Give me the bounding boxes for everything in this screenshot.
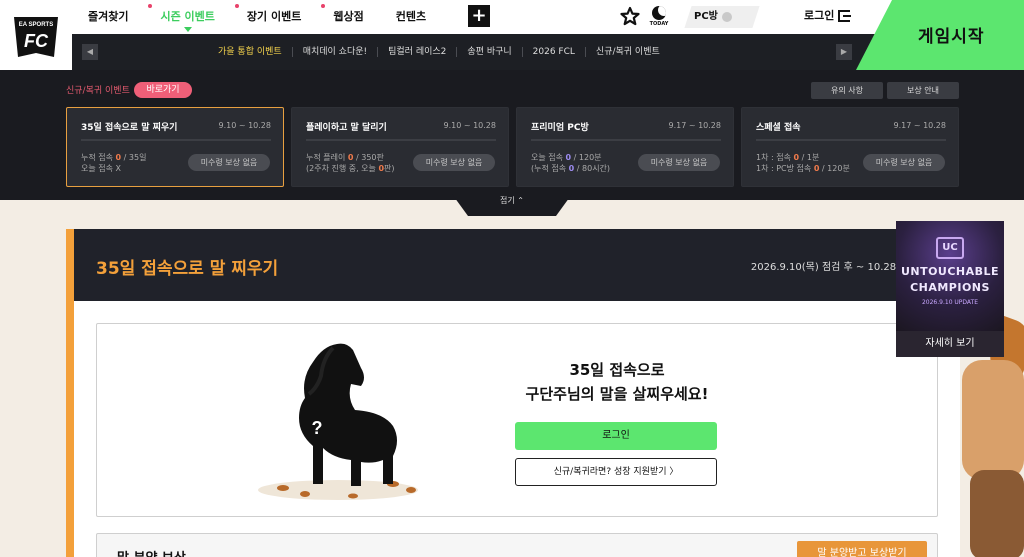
card-desc: 누적 접속 0 / 35일 오늘 접속 X [81, 153, 147, 173]
plus-icon[interactable]: + [468, 5, 490, 27]
game-start-label: 게임시작 [918, 27, 985, 47]
pc-room-label: PC방 [694, 11, 718, 22]
main-nav: 즐겨찾기 시즌 이벤트 장기 이벤트 웹상점 컨텐츠 [72, 0, 442, 34]
cta-line-1: 35일 접속으로 [569, 361, 665, 379]
chevron-up-icon: ⌃ [517, 196, 524, 205]
logo-text: EA SPORTS [19, 22, 53, 28]
event-detail-header: 35일 접속으로 말 찌우기 2026.9.10(목) 점검 후 ~ 10.28… [74, 229, 960, 301]
autumn-leaf-decoration [962, 360, 1024, 480]
card-title: 프리미엄 PC방 [531, 123, 589, 133]
nav-favorites[interactable]: 즐겨찾기 [72, 0, 144, 34]
goto-button[interactable]: 바로가기 [134, 82, 192, 98]
event-card[interactable]: 프리미엄 PC방 9.17 ~ 10.28 오늘 접속 0 / 120분 (누적 … [516, 107, 734, 187]
event-card[interactable]: 35일 접속으로 말 찌우기 9.10 ~ 10.28 누적 접속 0 / 35… [66, 107, 284, 187]
logout-arrow-icon [838, 10, 852, 22]
card-divider [306, 139, 496, 141]
today-button[interactable]: TODAY [648, 6, 670, 28]
horse-question-mark: ? [312, 418, 323, 438]
banner-more-button[interactable]: 자세히 보기 [896, 331, 1004, 357]
claim-reward-button[interactable]: 미수령 보상 없음 [188, 154, 270, 171]
card-date: 9.17 ~ 10.28 [668, 121, 721, 130]
new-dot-icon [148, 4, 153, 8]
sub-nav-items: 가을 통합 이벤트 매치데이 쇼다운! 팀컬러 레이스2 송편 바구니 2026… [218, 34, 670, 70]
subnav-item[interactable]: 매치데이 쇼다운! [291, 47, 377, 57]
event-title: 35일 접속으로 말 찌우기 [96, 259, 279, 279]
claim-reward-button[interactable]: 미수령 보상 없음 [413, 154, 495, 171]
banner-line-3: 2026.9.10 UPDATE [921, 299, 979, 306]
toggle-dot-icon [721, 12, 732, 22]
card-title: 스페셜 접속 [756, 123, 801, 133]
autumn-leaf-decoration [970, 470, 1024, 557]
event-cta-text: 35일 접속으로 구단주님의 말을 살찌우세요! [517, 358, 717, 406]
growth-support-button[interactable]: 신규/복귀라면? 성장 지원받기 〉 [515, 458, 717, 486]
banner-logo: UC [936, 237, 964, 259]
logo-mark: FC [24, 31, 49, 51]
fc-logo[interactable]: EA SPORTS FC [0, 0, 72, 70]
card-date: 9.10 ~ 10.28 [218, 121, 271, 130]
claim-reward-button[interactable]: 미수령 보상 없음 [638, 154, 720, 171]
event-date: 2026.9.10(목) 점검 후 ~ 10.28( [750, 262, 900, 273]
side-banner[interactable]: UC UNTOUCHABLE CHAMPIONS 2026.9.10 UPDAT… [896, 221, 1004, 357]
event-card[interactable]: 스페셜 접속 9.17 ~ 10.28 1차 : 접속 0 / 1분 1차 : P… [741, 107, 959, 187]
claim-horse-reward-button[interactable]: 말 분양받고 보상받기 [797, 541, 927, 557]
horse-event-box: ? 35일 접속으로 구단주님의 말을 살찌우세요! 로그인 신규/복귀라면? … [96, 323, 938, 517]
card-divider [81, 139, 271, 141]
today-label: TODAY [649, 21, 669, 27]
banner-line-1: UNTOUCHABLE [900, 265, 1000, 278]
star-icon[interactable] [620, 6, 640, 26]
subnav-item[interactable]: 신규/복귀 이벤트 [584, 47, 670, 57]
card-date: 9.10 ~ 10.28 [443, 121, 496, 130]
card-desc: 누적 플레이 0 / 350판 (2주차 진행 중, 오늘 0판) [306, 153, 395, 173]
card-title: 플레이하고 말 달리기 [306, 123, 387, 133]
nav-web-shop[interactable]: 웹상점 [317, 0, 379, 34]
claim-reward-button[interactable]: 미수령 보상 없음 [863, 154, 945, 171]
subnav-item[interactable]: 가을 통합 이벤트 [218, 47, 292, 57]
notice-button[interactable]: 유의 사항 [811, 82, 883, 99]
card-divider [756, 139, 946, 141]
card-date: 9.17 ~ 10.28 [893, 121, 946, 130]
subnav-item[interactable]: 2026 FCL [521, 47, 585, 57]
card-title: 35일 접속으로 말 찌우기 [81, 123, 178, 133]
cta-line-2: 구단주님의 말을 살찌우세요! [525, 385, 709, 403]
reward-title: 말 분양 보상 [117, 547, 186, 557]
fold-button[interactable]: 접기 ⌃ [452, 194, 572, 216]
reward-section: 말 분양 보상 말 분양받고 보상받기 [96, 533, 938, 557]
nav-long-term-events[interactable]: 장기 이벤트 [231, 0, 317, 34]
subnav-item[interactable]: 팀컬러 레이스2 [377, 47, 456, 57]
banner-line-2: CHAMPIONS [910, 281, 990, 294]
next-arrow-icon[interactable]: ▶ [836, 44, 852, 60]
prev-arrow-icon[interactable]: ◀ [82, 44, 98, 60]
login-link[interactable]: 로그인 [804, 6, 852, 26]
horse-silhouette-icon: ? [258, 343, 418, 500]
login-button[interactable]: 로그인 [515, 422, 717, 450]
new-dot-icon [234, 4, 239, 8]
event-card[interactable]: 플레이하고 말 달리기 9.10 ~ 10.28 누적 플레이 0 / 350판… [291, 107, 509, 187]
nav-season-events[interactable]: 시즌 이벤트 [144, 0, 230, 34]
card-divider [531, 139, 721, 141]
pc-room-toggle[interactable]: PC방 [694, 6, 732, 28]
event-panel: 신규/복귀 이벤트 바로가기 유의 사항 보상 안내 35일 접속으로 말 찌우… [0, 70, 1024, 216]
caret-down-icon [183, 27, 192, 32]
nav-contents[interactable]: 컨텐츠 [380, 0, 442, 34]
panel-title: 신규/복귀 이벤트 [66, 86, 130, 96]
reward-guide-button[interactable]: 보상 안내 [887, 82, 959, 99]
card-desc: 1차 : 접속 0 / 1분 1차 : PC방 접속 0 / 120분 [756, 153, 850, 173]
moon-icon [652, 6, 666, 20]
fold-label: 접기 [500, 196, 515, 205]
sub-nav: ◀ 가을 통합 이벤트 매치데이 쇼다운! 팀컬러 레이스2 송편 바구니 20… [72, 34, 892, 70]
new-dot-icon [321, 4, 326, 8]
card-desc: 오늘 접속 0 / 120분 (누적 접속 0 / 80시간) [531, 153, 611, 173]
login-label: 로그인 [804, 9, 835, 22]
event-detail: 35일 접속으로 말 찌우기 2026.9.10(목) 점검 후 ~ 10.28… [66, 229, 960, 557]
subnav-item[interactable]: 송편 바구니 [456, 47, 521, 57]
